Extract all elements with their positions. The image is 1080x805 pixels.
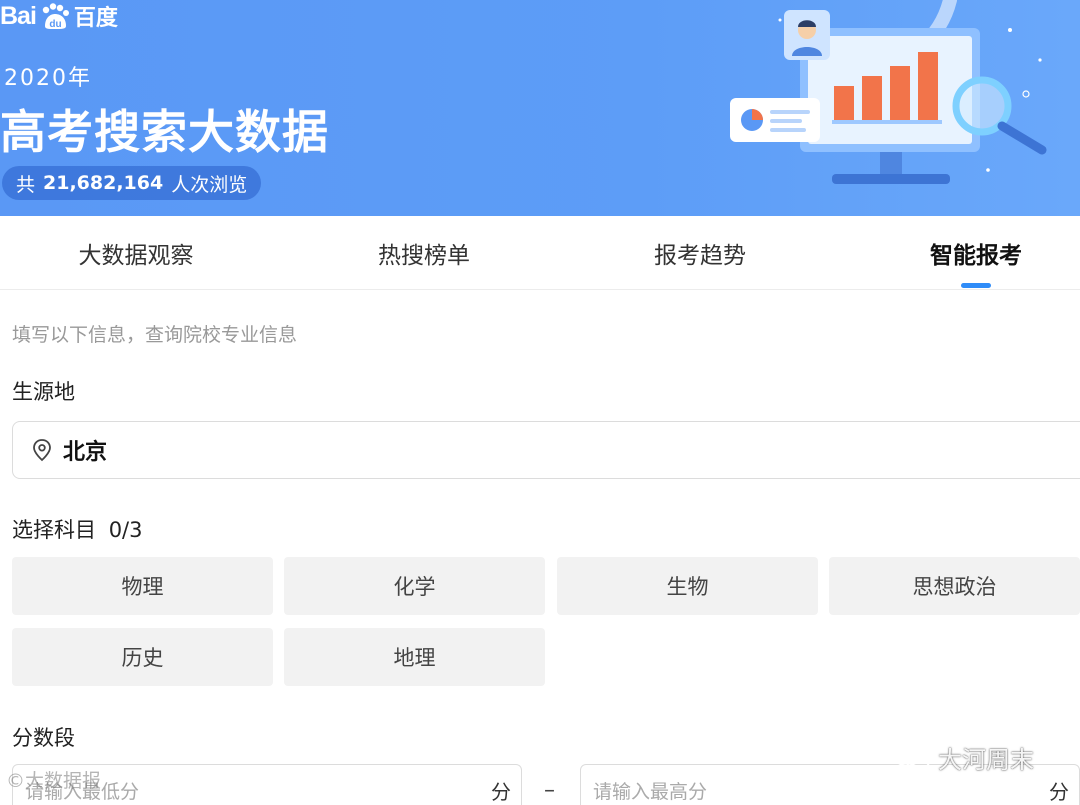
wechat-icon xyxy=(893,743,930,771)
tab-label: 热搜榜单 xyxy=(378,243,470,269)
subjects-count: 0/3 xyxy=(108,518,143,542)
banner-year: 2020年 xyxy=(4,66,92,91)
data-monitor-illustration xyxy=(730,0,1047,184)
logo-text-bai: Bai xyxy=(0,1,37,30)
header-banner: Bai du 百度 2020年 高考搜索大数据 共 21,682,164 人次浏… xyxy=(0,0,1080,216)
tab-label: 智能报考 xyxy=(930,243,1022,269)
max-score-unit: 分 xyxy=(1049,779,1069,804)
tab-hot-search-ranking[interactable]: 热搜榜单 xyxy=(304,216,544,290)
origin-value: 北京 xyxy=(63,440,108,465)
tab-big-data-observation[interactable]: 大数据观察 xyxy=(16,216,256,290)
subject-chip-history[interactable]: 历史 xyxy=(12,628,273,686)
location-pin-icon xyxy=(33,439,51,462)
subject-chip-chemistry[interactable]: 化学 xyxy=(284,557,545,615)
tab-label: 大数据观察 xyxy=(78,243,194,269)
subject-chip-politics[interactable]: 思想政治 xyxy=(829,557,1080,615)
tab-smart-application[interactable]: 智能报考 xyxy=(856,216,1080,290)
wechat-account-name: 大河周末 xyxy=(938,746,1034,774)
corner-watermark: ©大数据报 xyxy=(6,770,102,792)
score-range-label: 分数段 xyxy=(12,726,75,750)
min-score-unit: 分 xyxy=(491,779,511,804)
tab-label: 报考趋势 xyxy=(654,243,746,269)
logo-text-cn: 百度 xyxy=(73,6,118,31)
subjects-label: 选择科目 0/3 xyxy=(12,514,142,544)
wechat-watermark: 大河周末 xyxy=(892,740,1034,775)
page-title: 高考搜索大数据 xyxy=(0,105,329,159)
score-range-separator: – xyxy=(544,778,555,803)
tab-bar: 大数据观察 热搜榜单 报考趋势 智能报考 xyxy=(0,216,1080,290)
views-suffix: 人次浏览 xyxy=(171,173,248,196)
views-counter-badge: 共 21,682,164 人次浏览 xyxy=(2,166,262,200)
subject-chip-geography[interactable]: 地理 xyxy=(284,628,545,686)
views-prefix: 共 xyxy=(16,173,36,196)
origin-select[interactable]: 北京 xyxy=(12,421,1080,479)
tab-application-trends[interactable]: 报考趋势 xyxy=(580,216,820,290)
baidu-paw-icon: du xyxy=(42,3,69,30)
views-count: 21,682,164 xyxy=(43,172,164,194)
max-score-placeholder: 请输入最高分 xyxy=(593,780,708,803)
form-hint: 填写以下信息，查询院校专业信息 xyxy=(12,324,298,346)
subject-chip-physics[interactable]: 物理 xyxy=(12,557,273,615)
svg-text:du: du xyxy=(49,19,61,30)
active-tab-indicator xyxy=(961,283,991,288)
subject-chip-biology[interactable]: 生物 xyxy=(557,557,818,615)
origin-label: 生源地 xyxy=(12,380,75,404)
subjects-label-text: 选择科目 xyxy=(12,518,96,542)
baidu-logo[interactable]: Bai du 百度 xyxy=(0,1,118,32)
